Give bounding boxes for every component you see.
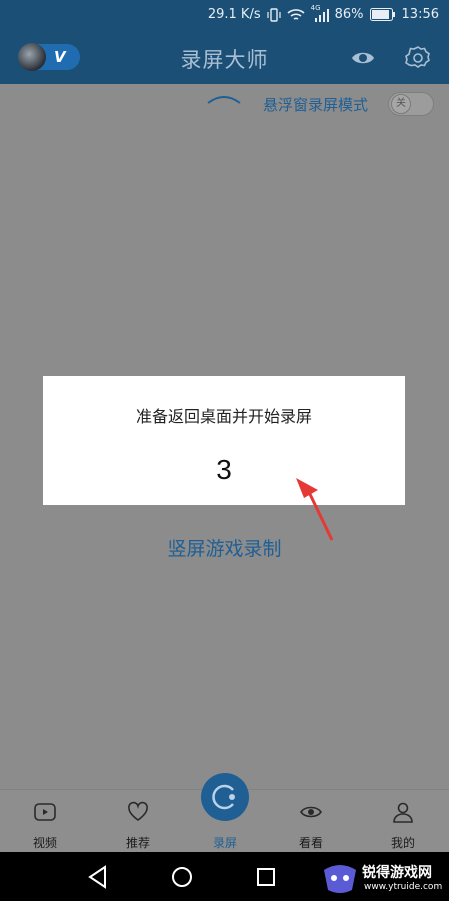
wifi-icon	[287, 8, 305, 22]
clock: 13:56	[401, 7, 439, 22]
record-icon	[212, 784, 235, 810]
back-triangle-icon	[88, 865, 106, 889]
heart-icon	[128, 801, 148, 821]
watermark-url: www.ytruide.com	[364, 882, 443, 892]
watermark-name: 锐得游戏网	[362, 865, 432, 881]
floating-mode-label: 悬浮窗录屏模式	[263, 96, 369, 114]
tab-recommend[interactable]: 推荐	[98, 790, 178, 853]
vertical-game-record-button[interactable]: 竖屏游戏录制	[0, 534, 449, 561]
battery-icon	[369, 8, 396, 21]
recents-square-icon	[257, 868, 275, 886]
tab-mine[interactable]: 我的	[363, 790, 443, 853]
network-type: 4G	[310, 3, 321, 12]
record-button[interactable]	[201, 773, 249, 821]
tab-label: 我的	[390, 836, 415, 850]
tab-label: 看看	[298, 836, 323, 850]
watermark-logo-icon	[324, 865, 356, 893]
watch-mode-button[interactable]	[349, 44, 377, 72]
chevron-up-icon	[207, 96, 241, 104]
tab-label: 录屏	[212, 836, 237, 850]
status-bar: 29.1 K/s 4G 86% 13:56	[0, 0, 449, 32]
tab-label: 推荐	[125, 836, 150, 850]
recents-button[interactable]	[253, 864, 279, 890]
countdown-dialog: 准备返回桌面并开始录屏 3	[43, 376, 405, 505]
collapse-button[interactable]	[206, 90, 242, 104]
app-bar: V 录屏大师	[0, 32, 449, 84]
vibrate-icon	[267, 7, 281, 22]
dialog-message: 准备返回桌面并开始录屏	[135, 407, 312, 426]
eye-icon	[300, 806, 322, 818]
tab-label: 视频	[32, 836, 57, 850]
tab-watch[interactable]: 看看	[271, 790, 351, 853]
video-icon	[34, 803, 56, 821]
floating-mode-toggle[interactable]: 关	[388, 92, 434, 116]
toggle-knob: 关	[391, 94, 411, 114]
home-circle-icon	[172, 867, 192, 887]
countdown-number: 3	[216, 454, 232, 485]
settings-button[interactable]	[404, 44, 432, 72]
network-speed: 29.1 K/s	[207, 7, 261, 22]
back-button[interactable]	[85, 864, 111, 890]
user-icon	[393, 802, 413, 823]
home-button[interactable]	[169, 864, 195, 890]
site-watermark: 锐得游戏网 www.ytruide.com	[318, 858, 446, 898]
gear-icon	[405, 46, 430, 68]
battery-percent: 86%	[334, 7, 364, 22]
eye-icon	[352, 52, 374, 64]
tab-video[interactable]: 视频	[5, 790, 85, 853]
app-title: 录屏大师	[180, 48, 269, 72]
annotation-arrow-icon	[296, 478, 334, 541]
signal-icon: 4G	[311, 4, 329, 22]
